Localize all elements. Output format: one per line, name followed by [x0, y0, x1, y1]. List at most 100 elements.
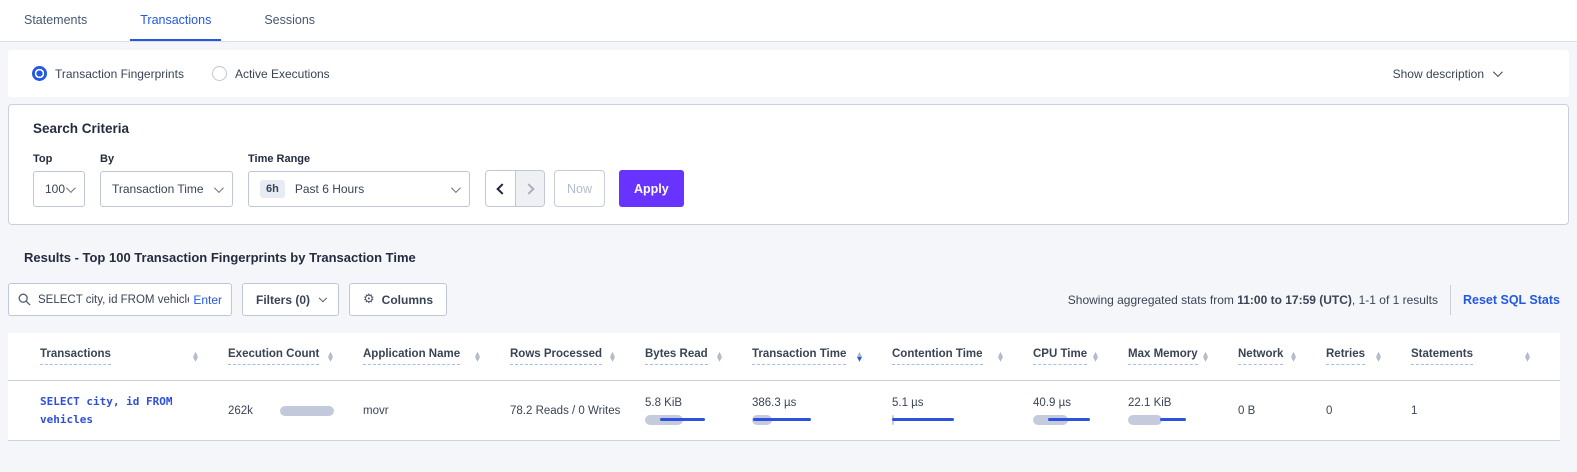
- show-description-label: Show description: [1393, 67, 1484, 81]
- aggregated-stats-text: Showing aggregated stats from 11:00 to 1…: [1068, 293, 1438, 307]
- cell-transaction-fingerprint: SELECT city, id FROM vehicles: [40, 393, 228, 429]
- sort-icon[interactable]: ▲▼: [998, 352, 1003, 362]
- time-range-badge: 6h: [260, 180, 285, 198]
- cell-transaction-time: 386.3 µs: [752, 397, 892, 425]
- column-header-transactions[interactable]: Transactions ▲▼: [40, 348, 228, 365]
- sort-icon[interactable]: ▲▼: [1291, 352, 1296, 362]
- criteria-controls: Top 100 By Transaction Time Time Range 6…: [33, 153, 1544, 207]
- chevron-down-icon: [451, 183, 461, 193]
- top-select-value: 100: [45, 182, 65, 196]
- tab-statements[interactable]: Statements: [14, 0, 97, 41]
- view-toggle-panel: Transaction Fingerprints Active Executio…: [8, 50, 1569, 97]
- cell-contention-time: 5.1 µs: [892, 397, 1033, 425]
- radio-transaction-fingerprints[interactable]: Transaction Fingerprints: [32, 66, 184, 81]
- time-range-select[interactable]: 6h Past 6 Hours: [248, 171, 470, 207]
- stats-prefix: Showing aggregated stats from: [1068, 293, 1234, 307]
- table-header-row: Transactions ▲▼ Execution Count ▲▼ Appli…: [8, 333, 1560, 381]
- cell-rows-processed: 78.2 Reads / 0 Writes: [510, 405, 645, 417]
- results-toolbar: Enter Filters (0) ⚙ Columns Showing aggr…: [8, 283, 1560, 316]
- results-title: Results - Top 100 Transaction Fingerprin…: [24, 250, 1577, 265]
- cell-max-memory: 22.1 KiB: [1128, 397, 1238, 425]
- by-label: By: [100, 153, 233, 165]
- column-header-max-memory[interactable]: Max Memory ▲▼: [1128, 348, 1238, 365]
- columns-button[interactable]: ⚙ Columns: [349, 283, 447, 316]
- transaction-time-bar: [752, 415, 832, 425]
- contention-time-bar: [892, 415, 972, 425]
- cell-execution-count: 262k: [228, 405, 363, 417]
- sort-icon-active-desc[interactable]: ▲▼: [857, 352, 862, 362]
- sort-icon[interactable]: ▲▼: [1525, 352, 1530, 362]
- now-button[interactable]: Now: [554, 170, 605, 207]
- time-range-value: Past 6 Hours: [295, 182, 364, 196]
- reset-sql-stats-link[interactable]: Reset SQL Stats: [1463, 293, 1560, 307]
- sort-icon[interactable]: ▲▼: [1093, 352, 1098, 362]
- radio-selected-icon: [32, 66, 47, 81]
- column-header-bytes-read[interactable]: Bytes Read ▲▼: [645, 348, 752, 365]
- tab-sessions[interactable]: Sessions: [254, 0, 325, 41]
- column-header-retries[interactable]: Retries ▲▼: [1326, 348, 1411, 365]
- column-header-rows-processed[interactable]: Rows Processed ▲▼: [510, 348, 645, 365]
- next-time-window-button[interactable]: [515, 171, 544, 206]
- filters-label: Filters (0): [256, 293, 310, 307]
- by-select[interactable]: Transaction Time: [100, 171, 233, 207]
- gear-icon: ⚙: [363, 292, 375, 307]
- search-input[interactable]: [38, 294, 189, 306]
- columns-label: Columns: [382, 293, 433, 307]
- sort-icon[interactable]: ▲▼: [610, 352, 615, 362]
- sort-icon[interactable]: ▲▼: [475, 352, 480, 362]
- column-header-execution-count[interactable]: Execution Count ▲▼: [228, 348, 363, 365]
- chevron-down-icon: [214, 183, 224, 193]
- sort-icon[interactable]: ▲▼: [1376, 352, 1381, 362]
- previous-time-window-button[interactable]: [486, 171, 515, 206]
- radio-unselected-icon: [212, 66, 227, 81]
- table-row: SELECT city, id FROM vehicles 262k movr …: [8, 381, 1560, 441]
- top-group: Top 100: [33, 153, 85, 207]
- search-criteria-panel: Search Criteria Top 100 By Transaction T…: [8, 104, 1569, 225]
- cpu-time-bar: [1033, 415, 1113, 425]
- top-label: Top: [33, 153, 85, 165]
- chevron-right-icon: [523, 183, 534, 194]
- transactions-table: Transactions ▲▼ Execution Count ▲▼ Appli…: [8, 333, 1560, 441]
- tab-transactions[interactable]: Transactions: [130, 0, 221, 41]
- execution-count-bar: [280, 406, 334, 416]
- by-select-value: Transaction Time: [112, 182, 204, 196]
- cell-network: 0 B: [1238, 405, 1326, 417]
- page-tabs: Statements Transactions Sessions: [0, 0, 1577, 42]
- search-box: Enter: [8, 283, 232, 316]
- chevron-left-icon: [496, 183, 507, 194]
- chevron-down-icon: [319, 294, 327, 302]
- column-header-statements[interactable]: Statements ▲▼: [1411, 348, 1560, 365]
- cell-statements: 1: [1411, 405, 1560, 417]
- top-select[interactable]: 100: [33, 171, 85, 207]
- mean-bar: [660, 418, 705, 421]
- mean-bar: [1160, 418, 1186, 421]
- cell-cpu-time: 40.9 µs: [1033, 397, 1128, 425]
- radio-active-executions[interactable]: Active Executions: [212, 66, 330, 81]
- column-header-network[interactable]: Network ▲▼: [1238, 348, 1326, 365]
- radio-label: Active Executions: [235, 67, 330, 81]
- column-header-cpu-time[interactable]: CPU Time ▲▼: [1033, 348, 1128, 365]
- max-memory-bar: [1128, 415, 1208, 425]
- radio-label: Transaction Fingerprints: [55, 67, 184, 81]
- search-icon: [18, 293, 31, 306]
- time-window-arrows: [485, 170, 545, 207]
- apply-button[interactable]: Apply: [619, 170, 684, 207]
- chevron-down-icon: [1493, 67, 1503, 77]
- transaction-fingerprint-link[interactable]: SELECT city, id FROM vehicles: [40, 393, 228, 429]
- column-header-transaction-time[interactable]: Transaction Time ▲▼: [752, 348, 892, 365]
- by-group: By Transaction Time: [100, 153, 233, 207]
- show-description-toggle[interactable]: Show description: [1393, 67, 1500, 81]
- time-range-label: Time Range: [248, 153, 470, 165]
- stats-suffix: , 1-1 of 1 results: [1352, 293, 1438, 307]
- filters-button[interactable]: Filters (0): [242, 283, 339, 316]
- sort-icon[interactable]: ▲▼: [1203, 352, 1208, 362]
- column-header-contention-time[interactable]: Contention Time ▲▼: [892, 348, 1033, 365]
- sort-icon[interactable]: ▲▼: [328, 352, 333, 362]
- column-header-application-name[interactable]: Application Name ▲▼: [363, 348, 510, 365]
- stddev-bar: [1128, 415, 1162, 425]
- sort-icon[interactable]: ▲▼: [193, 352, 198, 362]
- chevron-down-icon: [66, 183, 76, 193]
- mean-bar: [892, 418, 954, 421]
- search-enter-label[interactable]: Enter: [193, 293, 222, 307]
- sort-icon[interactable]: ▲▼: [717, 352, 722, 362]
